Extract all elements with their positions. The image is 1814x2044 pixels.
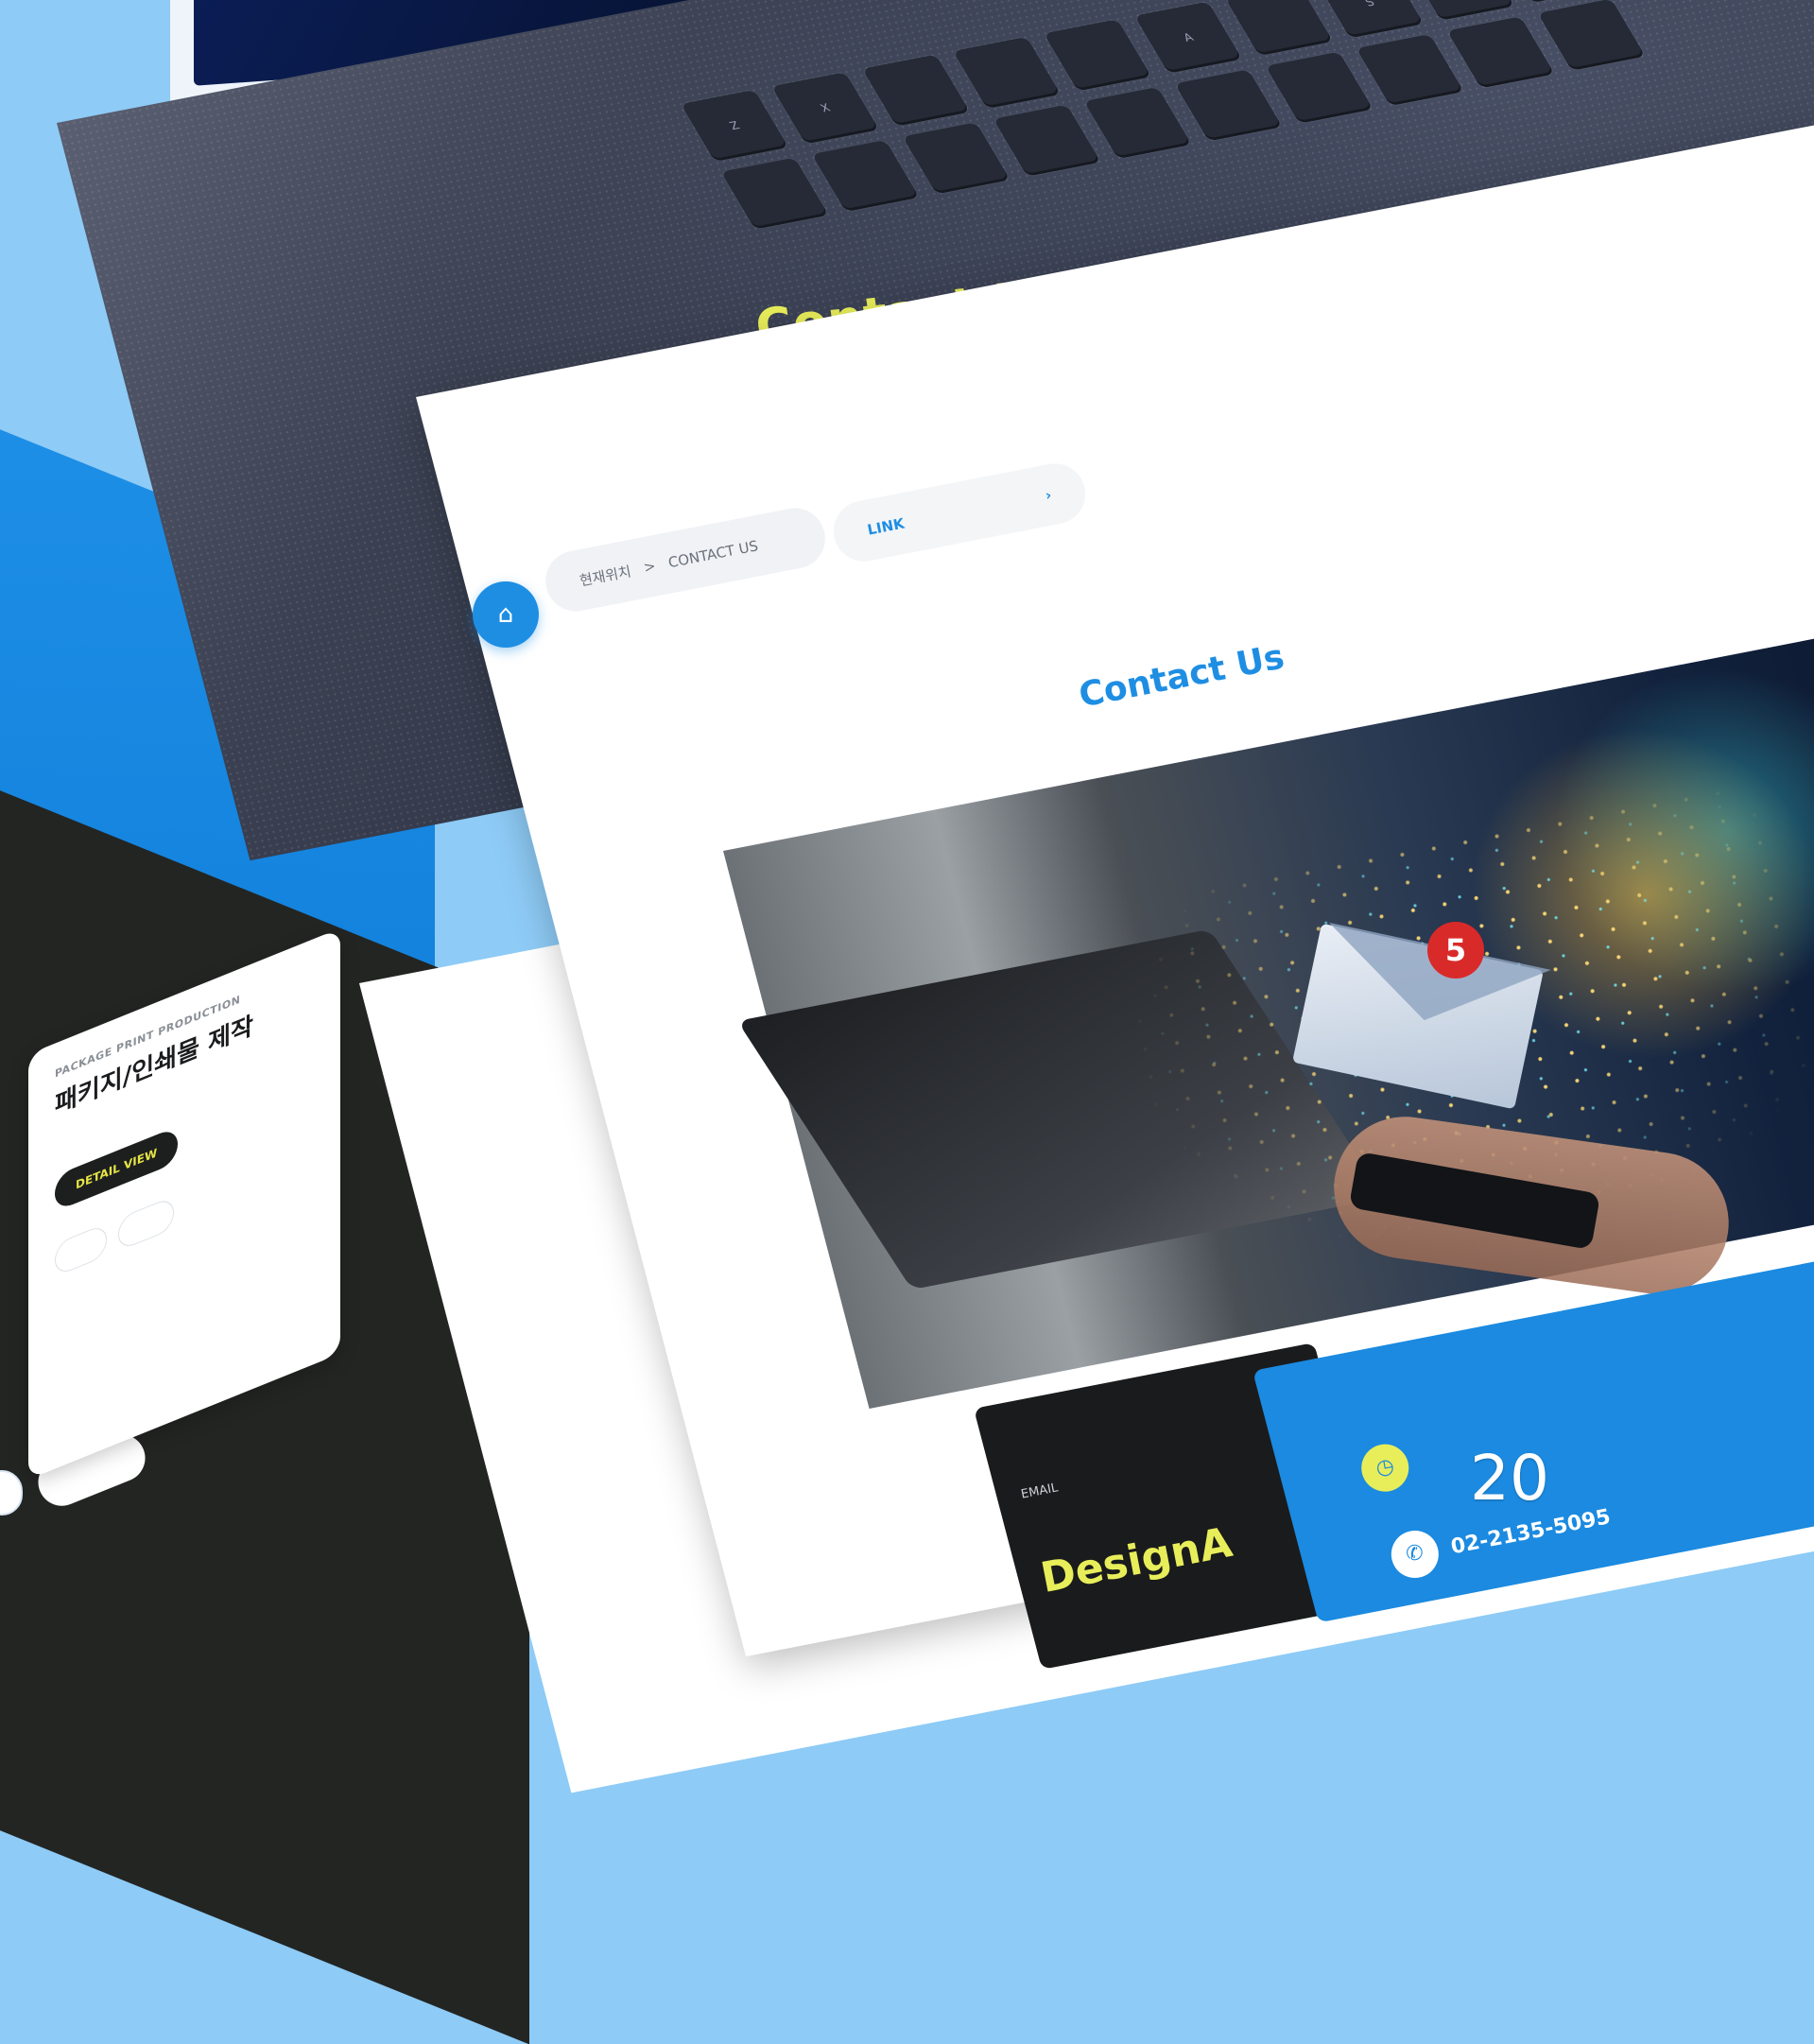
keyboard-key: X	[771, 72, 880, 145]
link-label: LINK	[866, 514, 907, 539]
keyboard-key	[1044, 19, 1152, 92]
service-tag[interactable]	[55, 1222, 108, 1277]
breadcrumb-separator-icon: >	[642, 557, 658, 577]
home-button[interactable]: ⌂	[473, 581, 539, 648]
keyboard-key	[1407, 0, 1515, 21]
breadcrumb-current: 현재위치	[578, 562, 633, 590]
keyboard-key	[1225, 0, 1334, 57]
clock-icon: ◷	[1356, 1440, 1413, 1496]
chevron-right-icon: ›	[1044, 486, 1053, 505]
page-number: 20	[1470, 1442, 1549, 1515]
keyboard-key	[862, 54, 971, 127]
service-tag[interactable]	[118, 1195, 175, 1252]
breadcrumb-page: CONTACT US	[666, 537, 760, 572]
home-icon: ⌂	[497, 600, 514, 629]
keyboard-key: S	[1316, 0, 1425, 39]
phone-icon: ✆	[1387, 1526, 1443, 1583]
keyboard-key	[953, 36, 1062, 109]
keyboard-key: A	[1134, 1, 1243, 74]
detail-view-button[interactable]: DETAIL VIEW	[55, 1126, 179, 1212]
notification-badge: 5	[1427, 922, 1484, 979]
